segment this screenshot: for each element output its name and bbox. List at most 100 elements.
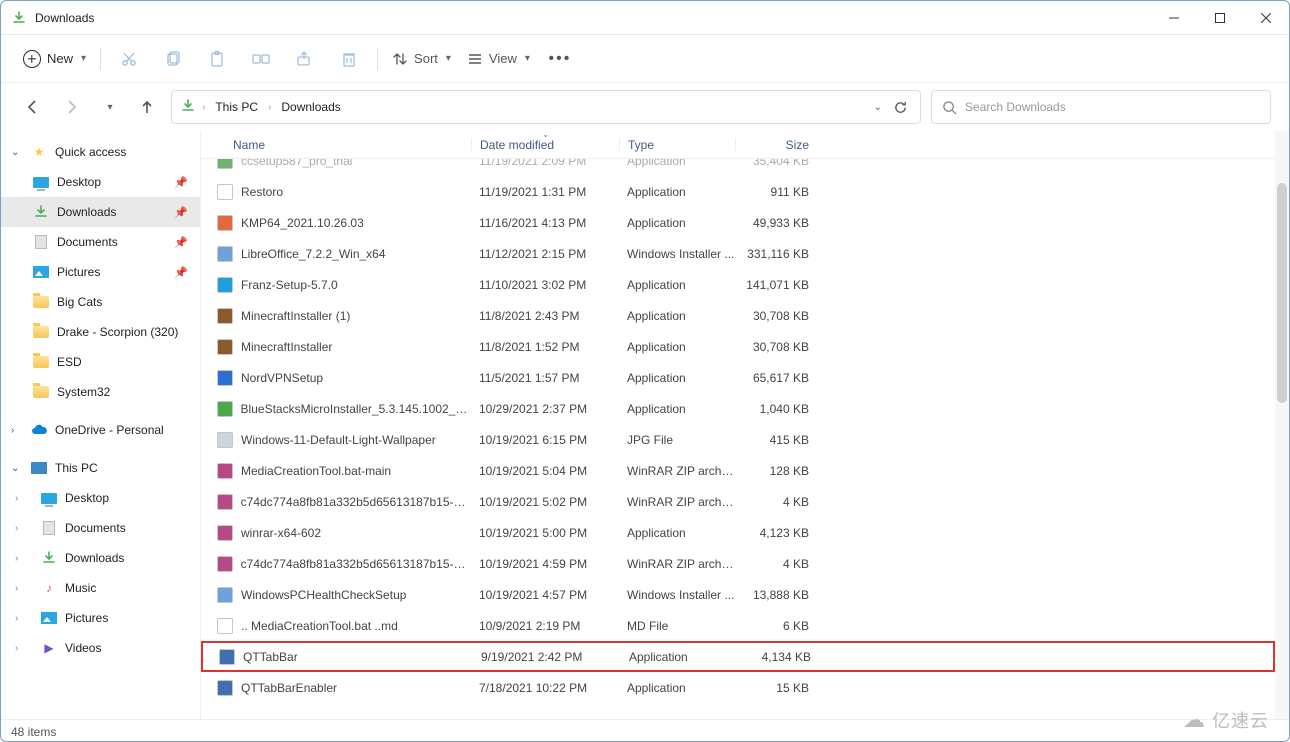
file-type: Application: [619, 185, 735, 199]
file-name: Franz-Setup-5.7.0: [241, 278, 338, 292]
share-button[interactable]: [285, 42, 325, 76]
file-date: 10/19/2021 5:04 PM: [471, 464, 619, 478]
sidebar-item[interactable]: Drake - Scorpion (320): [1, 317, 200, 347]
file-type: Application: [619, 526, 735, 540]
file-row[interactable]: ccsetup587_pro_trial11/19/2021 2:09 PMAp…: [201, 159, 1275, 176]
file-row[interactable]: winrar-x64-60210/19/2021 5:00 PMApplicat…: [201, 517, 1275, 548]
file-name: MinecraftInstaller: [241, 340, 332, 354]
sidebar-item[interactable]: Documents📌: [1, 227, 200, 257]
download-app-icon: [11, 10, 27, 26]
sidebar-item[interactable]: ESD: [1, 347, 200, 377]
col-type[interactable]: Type: [619, 138, 735, 152]
file-row[interactable]: KMP64_2021.10.26.0311/16/2021 4:13 PMApp…: [201, 207, 1275, 238]
file-type: Application: [619, 159, 735, 168]
file-row[interactable]: Franz-Setup-5.7.011/10/2021 3:02 PMAppli…: [201, 269, 1275, 300]
file-size: 415 KB: [735, 433, 815, 447]
sidebar-item-label: ESD: [57, 355, 82, 369]
sidebar-item-label: Downloads: [57, 205, 116, 219]
breadcrumb-current[interactable]: Downloads: [277, 98, 344, 116]
rename-button[interactable]: [241, 42, 281, 76]
new-button[interactable]: New ▾: [17, 42, 92, 76]
sidebar-thispc-header[interactable]: ⌄ This PC: [1, 453, 200, 483]
file-icon: [217, 308, 233, 324]
sidebar-item[interactable]: ›♪Music: [1, 573, 200, 603]
sidebar-onedrive-label: OneDrive - Personal: [55, 423, 164, 437]
plus-circle-icon: [23, 50, 41, 68]
separator: [377, 48, 378, 70]
sidebar-item[interactable]: ›Documents: [1, 513, 200, 543]
search-input[interactable]: [965, 100, 1260, 114]
file-icon: [217, 246, 233, 262]
file-row[interactable]: NordVPNSetup11/5/2021 1:57 PMApplication…: [201, 362, 1275, 393]
copy-button[interactable]: [153, 42, 193, 76]
file-row[interactable]: MediaCreationTool.bat-main10/19/2021 5:0…: [201, 455, 1275, 486]
sidebar-item[interactable]: System32: [1, 377, 200, 407]
file-list[interactable]: ccsetup587_pro_trial11/19/2021 2:09 PMAp…: [201, 159, 1275, 719]
file-size: 141,071 KB: [735, 278, 815, 292]
sidebar-item[interactable]: Desktop📌: [1, 167, 200, 197]
file-icon: [217, 494, 233, 510]
file-date: 7/18/2021 10:22 PM: [471, 681, 619, 695]
sidebar-item[interactable]: ›▶Videos: [1, 633, 200, 663]
file-row[interactable]: .. MediaCreationTool.bat ..md10/9/2021 2…: [201, 610, 1275, 641]
sidebar-group-quickaccess: ⌄ ★ Quick access Desktop📌Downloads📌Docum…: [1, 137, 200, 407]
file-row[interactable]: Restoro11/19/2021 1:31 PMApplication911 …: [201, 176, 1275, 207]
sidebar-item[interactable]: ›Desktop: [1, 483, 200, 513]
file-row[interactable]: BlueStacksMicroInstaller_5.3.145.1002_na…: [201, 393, 1275, 424]
chevron-down-icon[interactable]: ⌄: [874, 102, 882, 113]
file-type: Application: [619, 309, 735, 323]
sidebar-item-label: System32: [57, 385, 110, 399]
sidebar-item[interactable]: Downloads📌: [1, 197, 200, 227]
search-box[interactable]: [931, 90, 1271, 124]
sidebar-onedrive-header[interactable]: › OneDrive - Personal: [1, 415, 200, 445]
file-icon: [217, 680, 233, 696]
cut-button[interactable]: [109, 42, 149, 76]
sidebar-item[interactable]: Pictures📌: [1, 257, 200, 287]
minimize-button[interactable]: [1151, 1, 1197, 35]
forward-button[interactable]: [57, 93, 85, 121]
more-button[interactable]: •••: [540, 42, 580, 76]
sidebar-item[interactable]: ›Pictures: [1, 603, 200, 633]
sidebar-item[interactable]: ›Downloads: [1, 543, 200, 573]
refresh-button[interactable]: [888, 93, 912, 121]
breadcrumb-root[interactable]: This PC: [211, 98, 262, 116]
file-row[interactable]: QTTabBarEnabler7/18/2021 10:22 PMApplica…: [201, 672, 1275, 703]
file-row[interactable]: QTTabBar9/19/2021 2:42 PMApplication4,13…: [201, 641, 1275, 672]
file-type: MD File: [619, 619, 735, 633]
file-name: NordVPNSetup: [241, 371, 323, 385]
col-date[interactable]: ⌄ Date modified: [471, 138, 619, 152]
delete-button[interactable]: [329, 42, 369, 76]
cloud-icon: [31, 422, 47, 438]
file-row[interactable]: LibreOffice_7.2.2_Win_x6411/12/2021 2:15…: [201, 238, 1275, 269]
file-row[interactable]: Windows-11-Default-Light-Wallpaper10/19/…: [201, 424, 1275, 455]
file-name: QTTabBar: [243, 650, 298, 664]
col-size[interactable]: Size: [735, 138, 815, 152]
chevron-down-icon: ▾: [446, 53, 451, 64]
sidebar-item-label: Downloads: [65, 551, 124, 565]
close-button[interactable]: [1243, 1, 1289, 35]
scrollbar-thumb[interactable]: [1277, 183, 1287, 403]
sidebar-quickaccess-header[interactable]: ⌄ ★ Quick access: [1, 137, 200, 167]
paste-button[interactable]: [197, 42, 237, 76]
file-row[interactable]: MinecraftInstaller (1)11/8/2021 2:43 PMA…: [201, 300, 1275, 331]
toolbar: New ▾ Sort ▾ View ▾: [1, 35, 1289, 83]
chevron-down-icon: ⌄: [11, 147, 23, 158]
maximize-button[interactable]: [1197, 1, 1243, 35]
file-date: 11/8/2021 1:52 PM: [471, 340, 619, 354]
sidebar-item-label: Pictures: [65, 611, 108, 625]
recent-button[interactable]: ▾: [95, 93, 123, 121]
col-name[interactable]: Name: [217, 138, 471, 152]
scrollbar-track[interactable]: [1275, 131, 1289, 719]
up-button[interactable]: [133, 93, 161, 121]
file-row[interactable]: MinecraftInstaller11/8/2021 1:52 PMAppli…: [201, 331, 1275, 362]
sidebar-item[interactable]: Big Cats: [1, 287, 200, 317]
file-row[interactable]: WindowsPCHealthCheckSetup10/19/2021 4:57…: [201, 579, 1275, 610]
address-bar[interactable]: › This PC › Downloads ⌄: [171, 90, 921, 124]
file-row[interactable]: c74dc774a8fb81a332b5d65613187b15-92...10…: [201, 486, 1275, 517]
file-row[interactable]: c74dc774a8fb81a332b5d65613187b15-92...10…: [201, 548, 1275, 579]
sort-button[interactable]: Sort ▾: [386, 42, 457, 76]
view-button[interactable]: View ▾: [461, 42, 536, 76]
chevron-right-icon: ›: [11, 425, 23, 436]
back-button[interactable]: [19, 93, 47, 121]
file-name: winrar-x64-602: [241, 526, 321, 540]
